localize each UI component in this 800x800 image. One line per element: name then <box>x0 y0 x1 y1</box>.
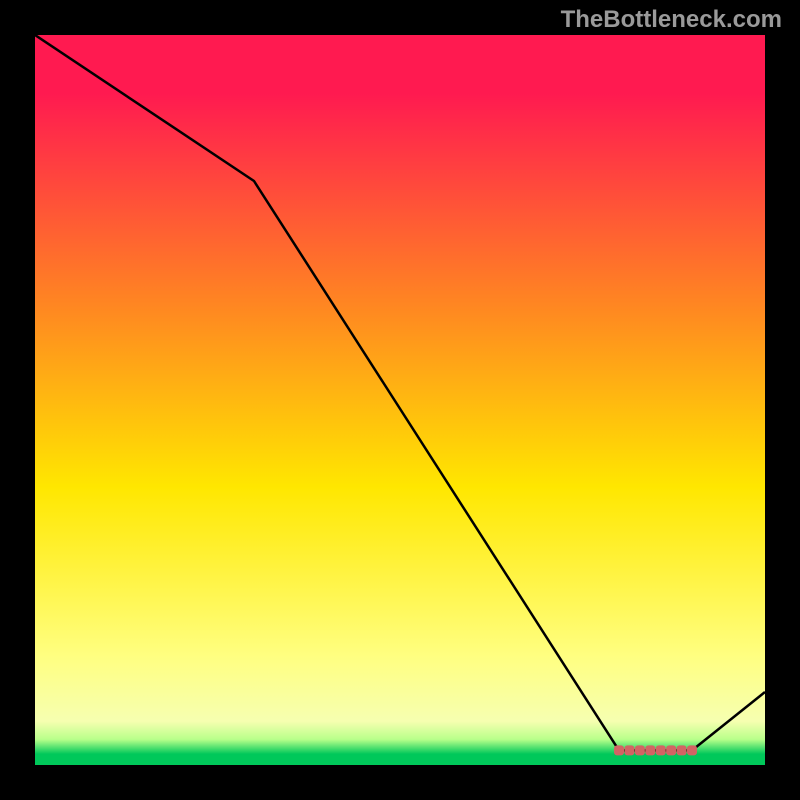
optimal-marker <box>666 745 676 755</box>
optimal-marker <box>656 745 666 755</box>
optimal-marker <box>614 745 624 755</box>
optimal-marker <box>687 745 697 755</box>
attribution-text: TheBottleneck.com <box>561 6 782 34</box>
chart-stage: TheBottleneck.com <box>0 0 800 800</box>
optimal-marker <box>645 745 655 755</box>
chart-background <box>35 35 765 765</box>
chart-plot <box>35 35 765 765</box>
chart-svg <box>35 35 765 765</box>
optimal-marker <box>624 745 634 755</box>
optimal-marker <box>677 745 687 755</box>
optimal-marker <box>635 745 645 755</box>
